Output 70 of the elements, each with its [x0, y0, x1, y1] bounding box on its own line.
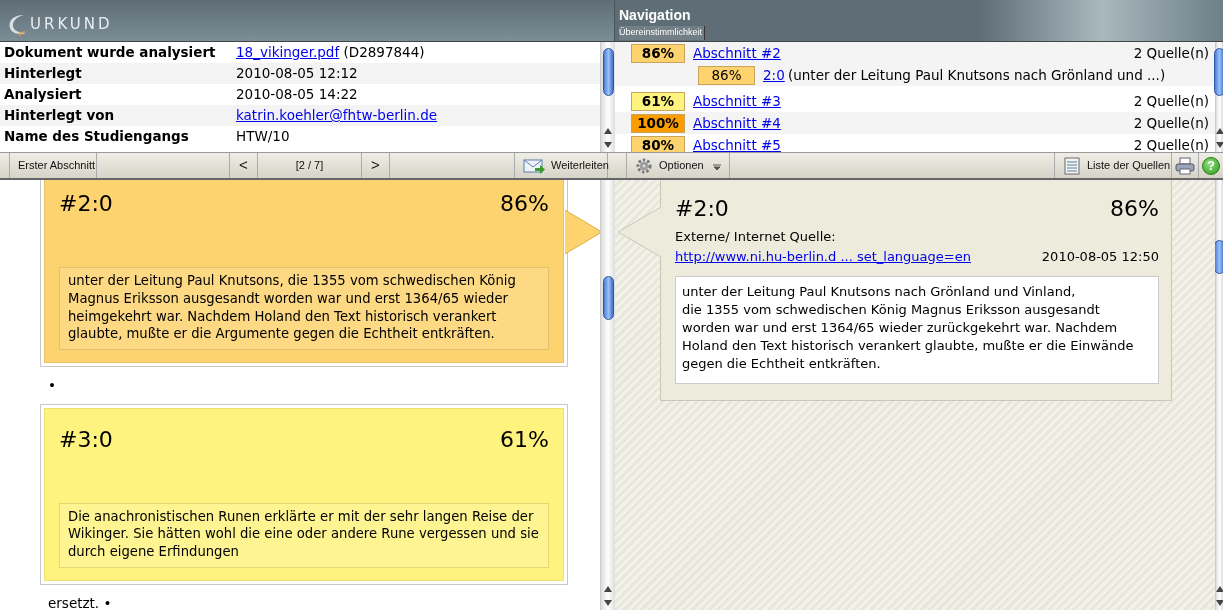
field-value: 2010-08-05 14:22: [236, 86, 358, 103]
options-button[interactable]: Optionen: [627, 153, 730, 178]
match-text: Die anachronistischen Runen erklärte er mit der sehr langen Reise der Wikinger. Sie hätten wohl die eine oder andere Rune vergessen und sie durch eigene Erfindungen: [59, 502, 549, 568]
first-section-button[interactable]: Erster Abschnitt: [10, 153, 97, 178]
source-count: 2 Quelle(n): [1133, 43, 1209, 63]
section-link[interactable]: Abschnitt #2: [693, 42, 781, 64]
page-indicator: [2 / 7]: [258, 153, 362, 178]
scroll-down-icon[interactable]: [603, 140, 613, 150]
file-link[interactable]: 18_vikinger.pdf: [236, 44, 340, 61]
forward-button[interactable]: Weiterleiten: [515, 153, 608, 178]
source-label: Externe/ Internet Quelle:: [675, 229, 836, 244]
match-percent: 61%: [500, 425, 549, 454]
source-link[interactable]: http://www.ni.hu-berlin.d ... set_language=en: [675, 246, 975, 266]
scrollbar[interactable]: [1215, 42, 1223, 152]
scroll-thumb[interactable]: [602, 276, 614, 320]
match-text: unter der Leitung Paul Knutsons, die 1355 vom schwedischen König Magnus Eriksson ausgesandt worden war und erst 1364/65 wieder heimgekehrt war. Nachdem Holand den Text historisch verankert glaubte, mußte er die Argumente gegen die Echtheit entkräften.: [59, 267, 549, 351]
percent-badge: 86%: [698, 65, 755, 85]
scroll-up-icon[interactable]: [603, 126, 613, 136]
match-link[interactable]: 2:0: [763, 64, 785, 86]
match-id: #2:0: [59, 190, 113, 218]
panel-title: Navigation: [619, 6, 692, 25]
match-percent: 86%: [1110, 195, 1159, 223]
field-label: Hinterlegt: [4, 64, 83, 84]
field-label: Analysiert: [4, 85, 83, 105]
gear-icon: [635, 156, 653, 175]
list-icon: [1063, 156, 1081, 175]
percent-badge: 61%: [631, 91, 685, 111]
scrollbar[interactable]: [600, 180, 615, 610]
scrollbar[interactable]: [1215, 180, 1223, 610]
field-value: 2010-08-05 12:12: [236, 65, 358, 82]
file-link[interactable]: katrin.koehler@fhtw-berlin.de: [236, 107, 438, 124]
field-label: Name des Studiengangs: [4, 127, 190, 147]
document-id: (D2897844): [343, 44, 425, 61]
section-link[interactable]: Abschnitt #4: [693, 112, 781, 134]
logo: URKUND: [6, 11, 113, 38]
source-text: unter der Leitung Paul Knutsons nach Grönland und Vinland, die 1355 vom schwedischen König Magnus Eriksson ausgesandt worden war und erst 1364/65 wieder zurückgekehrt war. Nachdem Holand den Text historisch verankert glaubte, mußte er die Einwände gegen die Echtheit entkräften.: [675, 276, 1159, 384]
percent-badge: 80%: [631, 135, 685, 152]
document-text: ersetzt. •: [48, 593, 113, 610]
scrollbar[interactable]: [600, 42, 615, 152]
scroll-thumb[interactable]: [1214, 48, 1223, 96]
match-card[interactable]: [44, 180, 564, 364]
percent-badge: 86%: [631, 43, 685, 63]
source-count: 2 Quelle(n): [1133, 91, 1209, 111]
field-value: HTW/10: [236, 128, 290, 145]
source-date: 2010-08-05 12:50: [1041, 247, 1159, 266]
match-percent: 86%: [500, 190, 549, 218]
scroll-down-icon[interactable]: [603, 598, 613, 608]
field-label: Dokument wurde analysiert: [4, 43, 217, 63]
section-link[interactable]: Abschnitt #3: [693, 90, 781, 112]
match-id: #3:0: [59, 425, 113, 454]
source-count: 2 Quelle(n): [1133, 113, 1209, 133]
scroll-down-icon[interactable]: [1214, 140, 1223, 150]
caret-icon: [712, 161, 721, 170]
match-excerpt: (unter der Leitung Paul Knutsons nach Grönland und ...): [788, 65, 1166, 85]
match-id: #2:0: [675, 195, 729, 223]
percent-badge: 100%: [631, 113, 685, 133]
section-link[interactable]: Abschnitt #5: [693, 134, 781, 152]
envelope-icon: [523, 157, 545, 174]
field-label: Hinterlegt von: [4, 106, 116, 126]
print-button[interactable]: [1172, 153, 1199, 178]
scroll-thumb[interactable]: [602, 48, 614, 96]
scroll-up-icon[interactable]: [603, 584, 613, 594]
scroll-thumb[interactable]: [1214, 240, 1223, 274]
source-list-button[interactable]: Liste der Quellen: [1055, 153, 1172, 178]
tab[interactable]: Übereinstimmlichkeit: [619, 26, 706, 40]
source-count: 2 Quelle(n): [1133, 135, 1209, 152]
next-button[interactable]: >: [362, 153, 390, 178]
match-card[interactable]: #3:0 61% Die anachronistischen Runen erklärte er mit der sehr langen Reise der Wikinger. Sie hätten wohl die eine oder andere Rune vergessen und sie durch eigene Erfindungen: [44, 407, 564, 581]
previous-button[interactable]: <: [230, 153, 258, 178]
document-text: •: [48, 376, 57, 396]
